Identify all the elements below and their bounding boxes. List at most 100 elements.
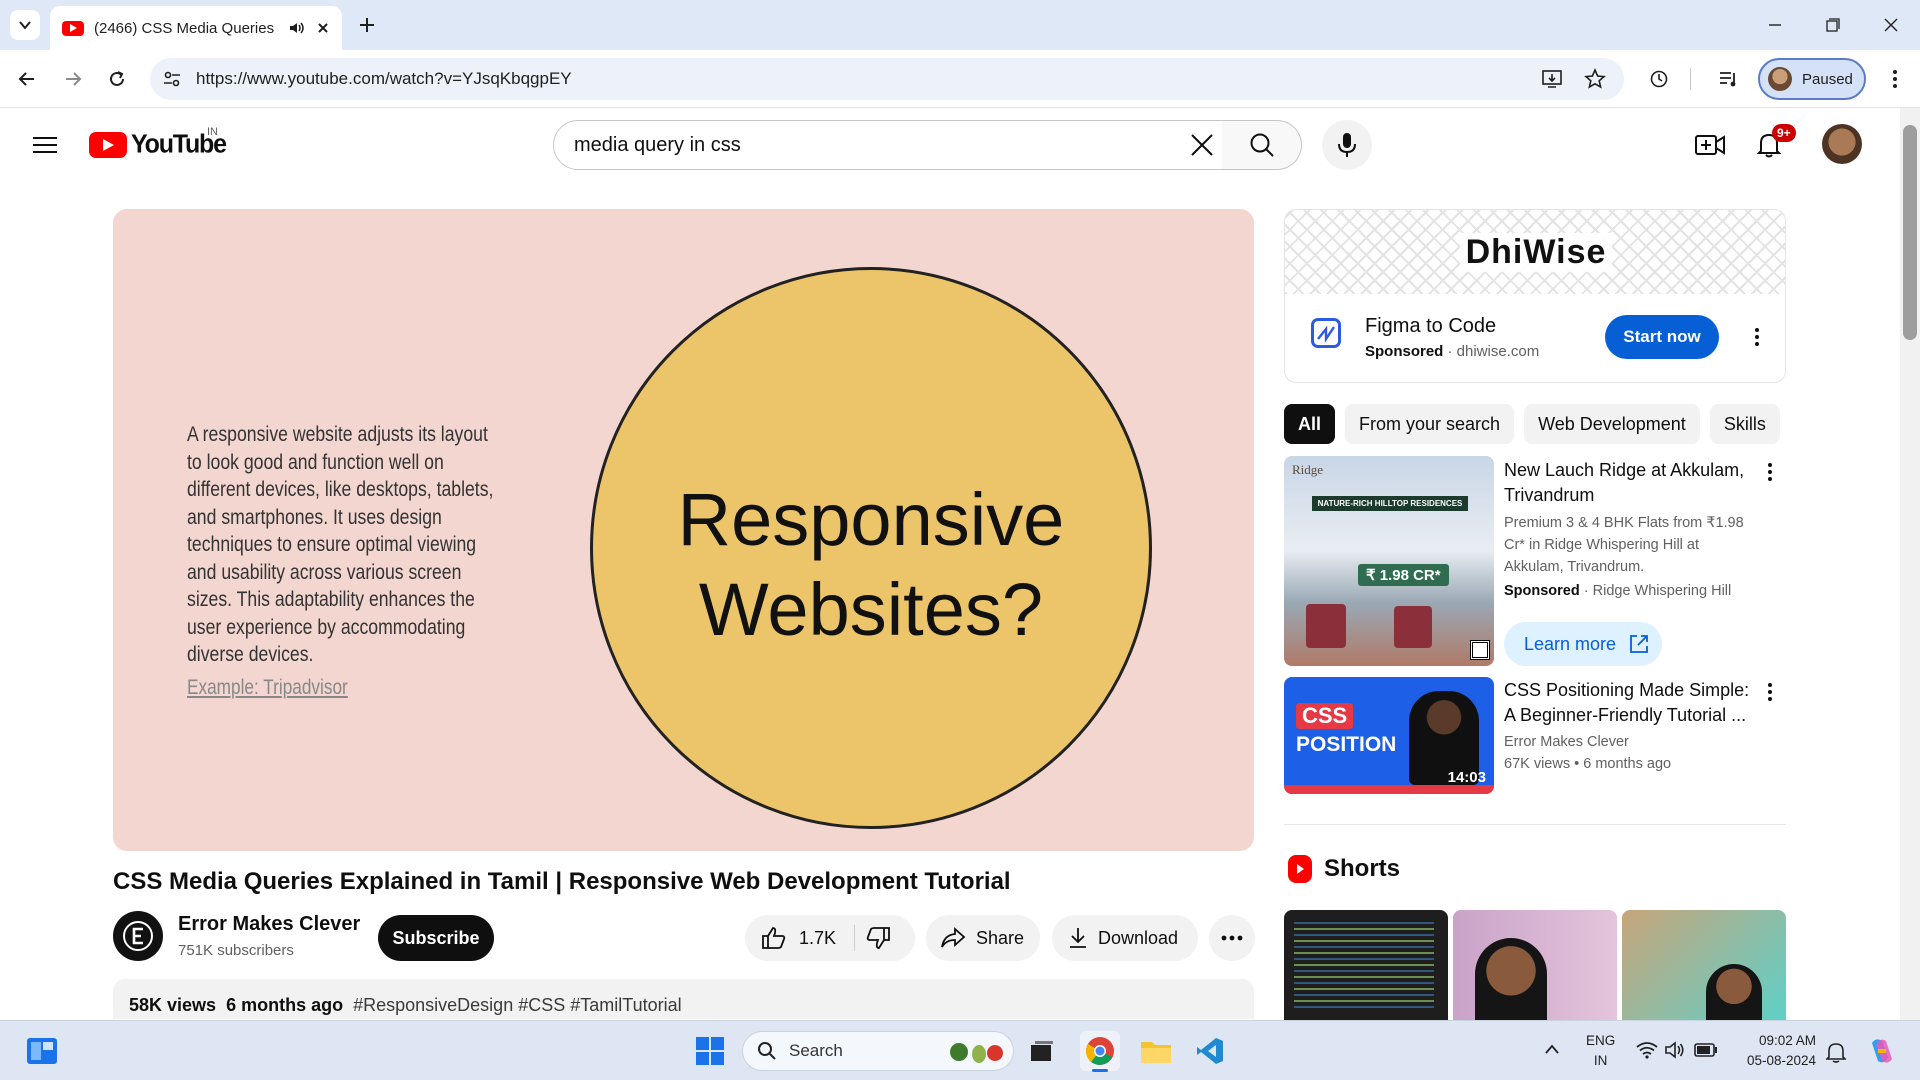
subscribe-button[interactable]: Subscribe — [378, 915, 494, 961]
rec-age: • 6 months ago — [1574, 756, 1672, 772]
ad-domain: · dhiwise.com — [1447, 343, 1540, 360]
browser-menu-button[interactable] — [1880, 64, 1910, 94]
dislike-button[interactable] — [865, 926, 891, 950]
taskbar-file-explorer[interactable] — [1136, 1031, 1176, 1071]
learn-more-button[interactable]: Learn more — [1504, 622, 1662, 666]
search-icon — [1250, 133, 1274, 157]
download-button[interactable]: Download — [1052, 915, 1198, 961]
taskbar-search[interactable]: Search — [742, 1031, 1014, 1071]
account-avatar[interactable] — [1822, 124, 1862, 164]
channel-avatar[interactable] — [113, 911, 163, 961]
ad-menu-button[interactable] — [1745, 325, 1769, 349]
browser-toolbar: https://www.youtube.com/watch?v=YJsqKbqg… — [0, 50, 1920, 108]
task-view-button[interactable] — [1022, 1031, 1062, 1071]
country-code: IN — [207, 126, 218, 138]
search-button[interactable] — [1222, 120, 1302, 170]
channel-logo-icon — [123, 921, 153, 951]
like-button[interactable]: 1.7K — [761, 926, 836, 950]
clear-search-icon[interactable] — [1190, 133, 1214, 157]
clock-time: 09:02 AM — [1758, 1033, 1816, 1048]
more-vertical-icon — [1768, 683, 1772, 701]
browser-tab[interactable]: (2466) CSS Media Queries E — [50, 6, 342, 50]
wifi-icon[interactable] — [1636, 1041, 1658, 1059]
widgets-icon — [27, 1038, 57, 1064]
site-info-icon[interactable] — [162, 69, 182, 89]
system-clock[interactable]: 09:02 AM 05-08-2024 — [1734, 1031, 1816, 1071]
notification-bell-icon[interactable] — [1826, 1041, 1846, 1063]
windows-taskbar: Search ENG IN 09:02 AM 05-08-2024 — [0, 1020, 1920, 1080]
taskbar-vscode[interactable] — [1190, 1031, 1230, 1071]
arrow-right-icon — [66, 72, 82, 86]
hashtags[interactable]: #ResponsiveDesign #CSS #TamilTutorial — [353, 995, 681, 1015]
voice-search-button[interactable] — [1322, 120, 1372, 170]
rec-menu-button[interactable] — [1758, 680, 1782, 704]
audio-playing-icon[interactable] — [288, 19, 306, 37]
chip-skills[interactable]: Skills — [1709, 404, 1780, 444]
copilot-icon[interactable] — [1866, 1035, 1898, 1067]
rec-thumbnail-ridge[interactable]: Ridge NATURE-RICH HILLTOP RESIDENCES ₹ 1… — [1284, 456, 1494, 666]
rec-thumbnail-css-position[interactable]: CSS POSITION 14:03 — [1284, 677, 1494, 794]
chevron-up-icon[interactable] — [1544, 1043, 1560, 1055]
back-button[interactable] — [12, 64, 42, 94]
url-text: https://www.youtube.com/watch?v=YJsqKbqg… — [196, 69, 572, 88]
close-window-button[interactable] — [1876, 10, 1906, 40]
forward-button[interactable] — [58, 64, 88, 94]
search-input[interactable]: media query in css — [553, 120, 1223, 170]
more-actions-button[interactable] — [1209, 915, 1255, 961]
install-app-icon[interactable] — [1542, 69, 1564, 89]
thumbs-down-icon — [866, 927, 890, 949]
channel-subscriber-count: 751K subscribers — [178, 942, 294, 959]
tab-search-button[interactable] — [10, 10, 40, 40]
heading-line-2: Websites? — [698, 568, 1044, 651]
youtube-logo[interactable]: YouTube — [89, 129, 227, 159]
volume-icon[interactable] — [1664, 1041, 1686, 1059]
sponsored-ad-card[interactable]: DhiWise Figma to Code Sponsored · dhiwis… — [1284, 209, 1786, 383]
shorts-section-title: Shorts — [1324, 855, 1401, 882]
share-button[interactable]: Share — [926, 915, 1040, 961]
scrollbar-thumb[interactable] — [1903, 125, 1917, 340]
channel-name[interactable]: Error Makes Clever — [178, 913, 360, 936]
profile-status: Paused — [1802, 70, 1853, 88]
rec-thumb-chair-right — [1394, 606, 1432, 648]
bookmark-star-icon[interactable] — [1584, 68, 1606, 90]
maximize-window-button[interactable] — [1818, 10, 1848, 40]
media-controls-button[interactable] — [1714, 64, 1744, 94]
start-button[interactable] — [690, 1031, 730, 1071]
new-tab-button[interactable] — [352, 10, 382, 40]
share-icon — [941, 927, 966, 948]
reload-button[interactable] — [102, 64, 132, 94]
like-divider — [854, 925, 856, 951]
minimize-window-button[interactable] — [1760, 10, 1790, 40]
rec-thumb-banner: NATURE-RICH HILLTOP RESIDENCES — [1312, 496, 1468, 511]
chip-all[interactable]: All — [1284, 404, 1336, 444]
close-tab-icon[interactable] — [316, 21, 330, 35]
profile-avatar — [1768, 67, 1792, 91]
short-person — [1706, 964, 1762, 1020]
taskbar-chrome[interactable] — [1080, 1031, 1120, 1072]
address-bar[interactable]: https://www.youtube.com/watch?v=YJsqKbqg… — [150, 58, 1624, 100]
video-player[interactable]: A responsive website adjusts its layout … — [113, 209, 1254, 851]
short-thumbnail[interactable] — [1284, 910, 1448, 1020]
ad-start-now-button[interactable]: Start now — [1605, 315, 1719, 359]
chip-web-development[interactable]: Web Development — [1524, 404, 1700, 444]
profile-button[interactable]: Paused — [1758, 58, 1866, 100]
like-dislike-group: 1.7K — [745, 915, 915, 961]
arrow-left-icon — [18, 72, 34, 86]
chip-from-your-search[interactable]: From your search — [1345, 404, 1515, 444]
rec-channel[interactable]: Error Makes Clever — [1504, 731, 1754, 753]
short-thumbnail[interactable] — [1453, 910, 1617, 1020]
rec-menu-button[interactable] — [1758, 460, 1782, 484]
description-box[interactable]: 58K views 6 months ago #ResponsiveDesign… — [113, 979, 1254, 1019]
create-button[interactable] — [1692, 128, 1728, 162]
history-button[interactable] — [1644, 64, 1674, 94]
rec-title[interactable]: New Lauch Ridge at Akkulam, Trivandrum — [1504, 458, 1754, 508]
close-icon — [1884, 18, 1898, 32]
guide-menu-button[interactable] — [28, 130, 62, 160]
language-indicator[interactable]: ENG IN — [1586, 1031, 1615, 1071]
battery-icon[interactable] — [1694, 1043, 1718, 1057]
plus-icon — [360, 18, 374, 32]
widgets-button[interactable] — [22, 1031, 62, 1071]
short-thumbnail[interactable] — [1622, 910, 1786, 1020]
rec-title[interactable]: CSS Positioning Made Simple: A Beginner-… — [1504, 678, 1754, 728]
task-view-icon — [1031, 1041, 1053, 1061]
